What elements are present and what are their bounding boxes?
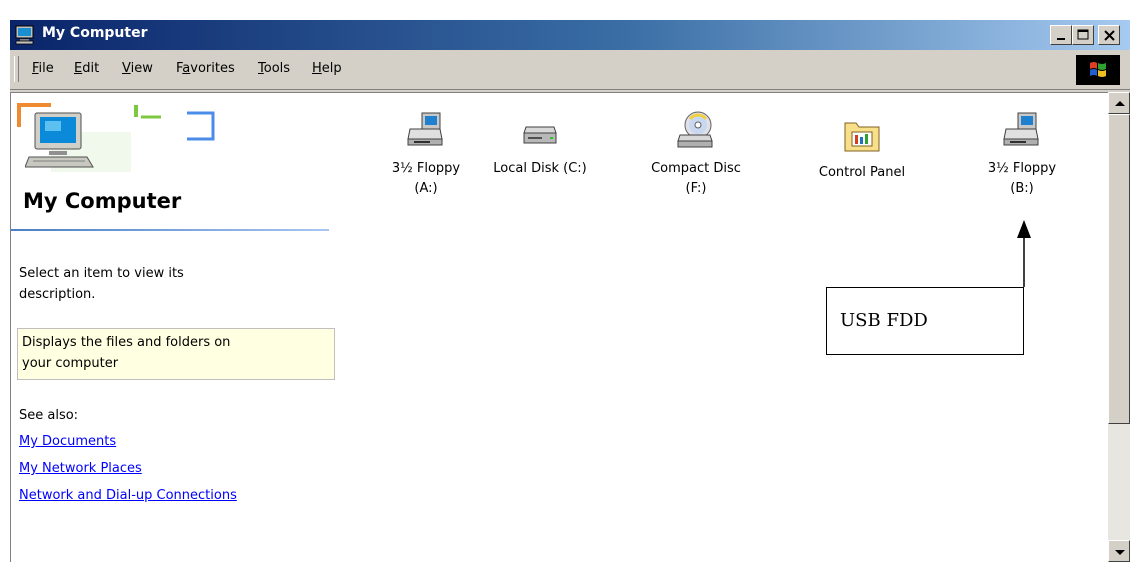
annotation-overlay [1017,220,1031,287]
annotation-arrow-head [1017,220,1031,238]
annotation-text: USB FDD [840,310,928,331]
